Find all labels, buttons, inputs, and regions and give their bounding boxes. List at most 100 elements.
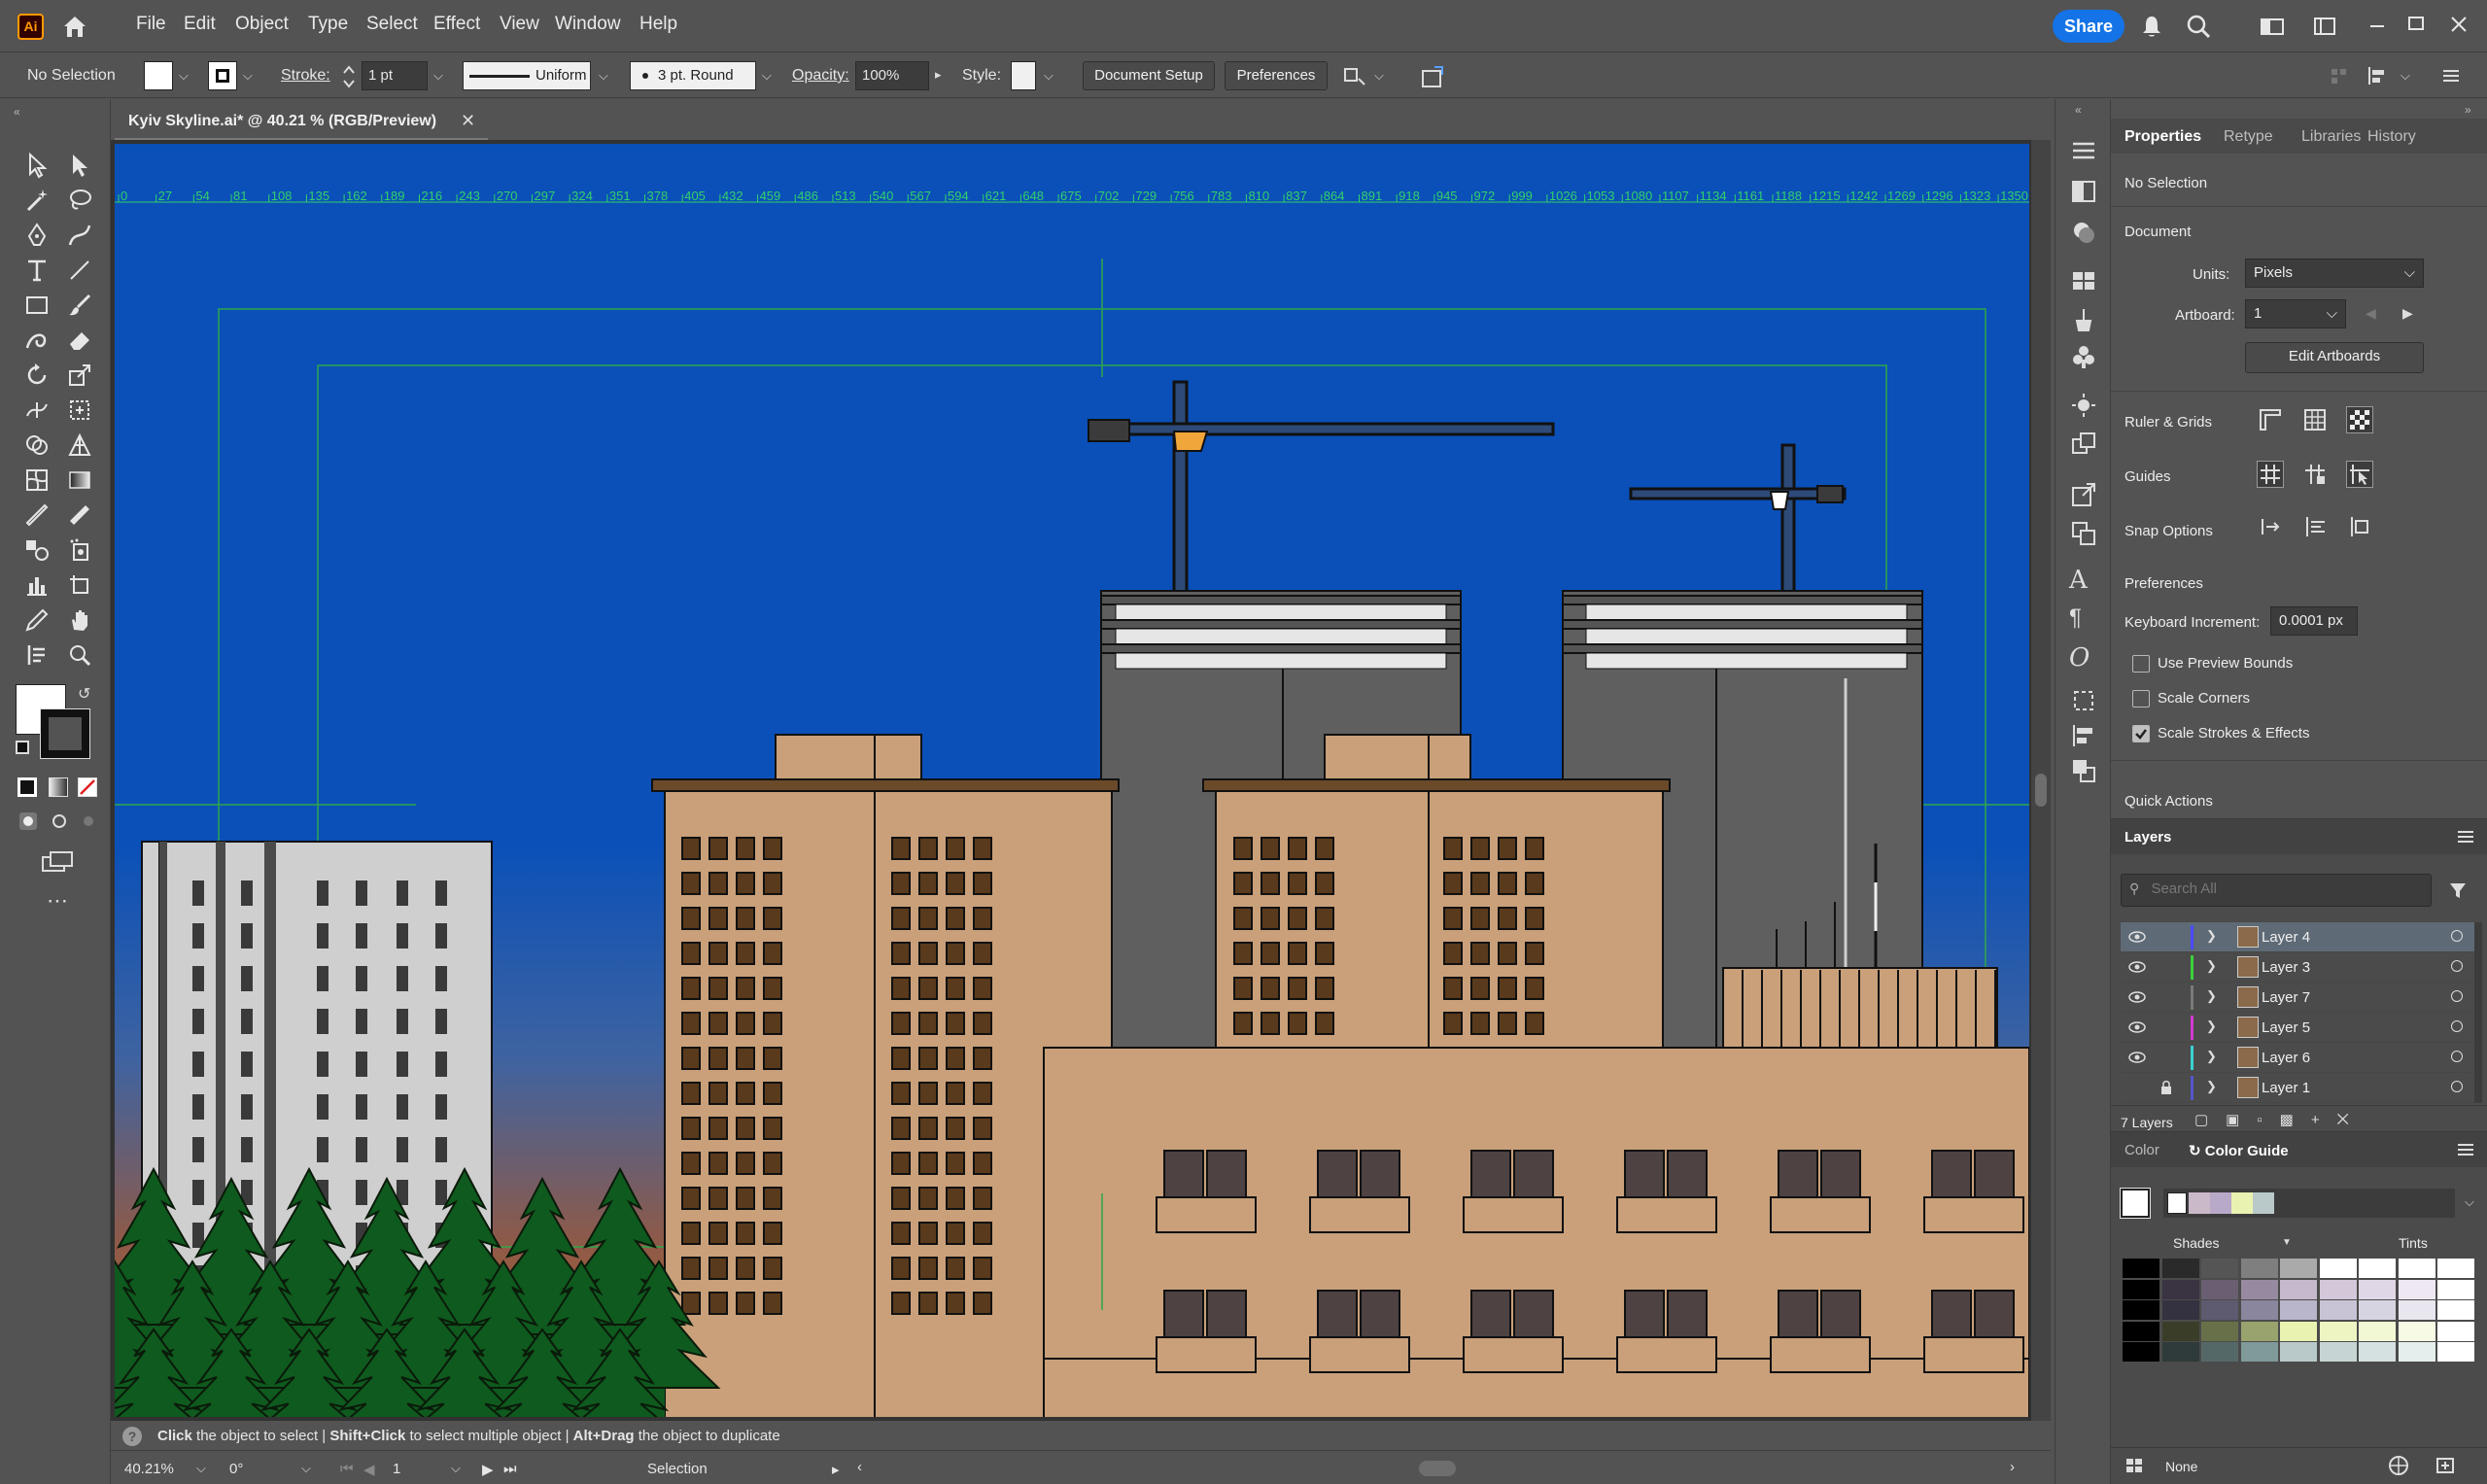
- align-left-icon[interactable]: [2329, 65, 2352, 86]
- chevron-down-icon[interactable]: ⌵: [243, 68, 253, 84]
- arrange-documents-icon[interactable]: [2311, 13, 2338, 40]
- fill-swatch[interactable]: [144, 61, 173, 90]
- last-artboard-icon[interactable]: ⏭: [503, 1461, 517, 1477]
- target-icon[interactable]: [2451, 960, 2463, 972]
- artboard[interactable]: 0 27 54 81 108 135 162 189 216 243 270 297 324 351 378…: [115, 144, 2029, 1417]
- edit-colors-icon[interactable]: [2387, 1455, 2410, 1476]
- color-guide-swatch[interactable]: [2240, 1321, 2278, 1341]
- appearance-icon[interactable]: [2069, 218, 2098, 247]
- export-icon[interactable]: [2069, 480, 2098, 509]
- gradient-tool-icon[interactable]: [62, 465, 97, 496]
- stroke-weight-field[interactable]: 1 pt: [362, 61, 428, 90]
- menu-type[interactable]: Type: [308, 14, 348, 35]
- color-guide-swatch[interactable]: [2161, 1279, 2199, 1299]
- color-guide-swatch[interactable]: [2319, 1259, 2357, 1278]
- search-icon[interactable]: [2185, 13, 2212, 40]
- show-guides-icon[interactable]: [2257, 461, 2284, 488]
- edit-artboards-button[interactable]: Edit Artboards: [2245, 342, 2424, 373]
- layer-name[interactable]: Layer 1: [2262, 1080, 2310, 1096]
- color-guide-swatch[interactable]: [2123, 1342, 2159, 1362]
- expand-arrow-icon[interactable]: ❯: [2206, 1018, 2217, 1034]
- snap-to-point-icon[interactable]: [2257, 513, 2284, 540]
- document-setup-button[interactable]: Document Setup: [1083, 61, 1215, 90]
- color-guide-swatch[interactable]: [2161, 1342, 2199, 1362]
- graphic-style-swatch[interactable]: [1011, 61, 1036, 90]
- use-preview-bounds-checkbox[interactable]: [2132, 655, 2150, 673]
- expand-arrow-icon[interactable]: ❯: [2206, 1049, 2217, 1064]
- draw-behind-icon[interactable]: [49, 811, 70, 832]
- color-guide-swatch[interactable]: [2398, 1259, 2435, 1278]
- color-guide-swatch[interactable]: [2319, 1300, 2357, 1320]
- transparency-icon[interactable]: [2069, 177, 2098, 206]
- smart-guides-icon[interactable]: [2346, 461, 2373, 488]
- tab-retype[interactable]: Retype: [2224, 128, 2273, 146]
- chevron-down-icon[interactable]: ⌵: [2401, 68, 2410, 84]
- color-guide-swatch[interactable]: [2280, 1279, 2317, 1299]
- symbols-icon[interactable]: [2069, 342, 2098, 371]
- color-guide-swatch[interactable]: [2280, 1259, 2317, 1278]
- artboard-number[interactable]: 1: [393, 1461, 400, 1477]
- color-guide-swatch[interactable]: [2359, 1259, 2396, 1278]
- print-tiling-tool-icon[interactable]: [19, 639, 54, 671]
- character-icon[interactable]: A: [2069, 566, 2098, 595]
- color-guide-swatch[interactable]: [2123, 1321, 2159, 1341]
- target-icon[interactable]: [2451, 930, 2463, 942]
- layer-row[interactable]: ❯ Layer 4: [2121, 922, 2480, 952]
- menu-object[interactable]: Object: [235, 14, 289, 35]
- target-icon[interactable]: [2451, 990, 2463, 1002]
- color-guide-swatch[interactable]: [2123, 1279, 2159, 1299]
- snap-to-grid-icon[interactable]: [2301, 513, 2329, 540]
- stroke-color-box[interactable]: [40, 708, 90, 759]
- line-segment-tool-icon[interactable]: [62, 255, 97, 286]
- lasso-tool-icon[interactable]: [62, 185, 97, 216]
- distribute-icon[interactable]: [2366, 65, 2393, 86]
- color-guide-swatch[interactable]: [2201, 1259, 2238, 1278]
- first-artboard-icon[interactable]: ⏮: [340, 1461, 354, 1477]
- tab-properties[interactable]: Properties: [2124, 128, 2201, 146]
- save-swatches-icon[interactable]: [2434, 1455, 2457, 1476]
- bell-icon[interactable]: [2138, 13, 2165, 40]
- collapse-panel-icon[interactable]: »: [2465, 103, 2471, 117]
- expand-icon[interactable]: «: [2075, 103, 2082, 117]
- filter-icon[interactable]: [2447, 880, 2469, 901]
- units-select[interactable]: Pixels ⌵: [2245, 259, 2424, 288]
- tab-libraries[interactable]: Libraries: [2301, 128, 2361, 146]
- next-artboard-icon[interactable]: ▶: [482, 1461, 494, 1478]
- pathfinder-icon[interactable]: [2069, 756, 2098, 785]
- color-guide-swatch[interactable]: [2359, 1279, 2396, 1299]
- color-guide-swatch[interactable]: [2240, 1279, 2278, 1299]
- color-guide-swatch[interactable]: [2280, 1300, 2317, 1320]
- previous-artboard-icon[interactable]: ◀: [363, 1461, 375, 1478]
- status-menu-icon[interactable]: ▸: [832, 1461, 840, 1478]
- eye-icon[interactable]: [2128, 930, 2146, 944]
- color-guide-swatch[interactable]: [2398, 1321, 2435, 1341]
- color-guide-grid[interactable]: [2123, 1259, 2478, 1363]
- color-mode-icon[interactable]: [17, 777, 37, 797]
- transform-icon[interactable]: [2069, 686, 2098, 715]
- pencil-tool-icon[interactable]: [19, 604, 54, 636]
- rotation-value[interactable]: 0°: [229, 1461, 243, 1477]
- layers-scrollbar[interactable]: [2474, 922, 2482, 1103]
- screen-mode-icon[interactable]: [41, 849, 74, 875]
- scale-tool-icon[interactable]: [62, 360, 97, 391]
- color-guide-swatch[interactable]: [2437, 1279, 2474, 1299]
- chevron-down-icon[interactable]: ⌵: [179, 68, 189, 84]
- layer-row[interactable]: ❯ Layer 6: [2121, 1043, 2480, 1073]
- color-menu-icon[interactable]: [2455, 1140, 2476, 1159]
- color-guide-swatch[interactable]: [2437, 1300, 2474, 1320]
- color-guide-swatch[interactable]: [2123, 1259, 2159, 1278]
- menu-effect[interactable]: Effect: [433, 14, 480, 35]
- close-tab-icon[interactable]: ✕: [461, 111, 475, 131]
- stroke-profile-select[interactable]: Uniform: [463, 61, 591, 90]
- color-guide-swatch[interactable]: [2437, 1259, 2474, 1278]
- share-button[interactable]: Share: [2053, 10, 2124, 43]
- color-guide-swatch[interactable]: [2319, 1342, 2357, 1362]
- help-icon[interactable]: ?: [122, 1427, 142, 1446]
- type-tool-icon[interactable]: [19, 255, 54, 286]
- pen-tool-icon[interactable]: [19, 220, 54, 251]
- layers-tab[interactable]: Layers: [2124, 829, 2171, 846]
- layer-row[interactable]: ❯ Layer 5: [2121, 1013, 2480, 1043]
- more-tools-icon[interactable]: ⋯: [47, 888, 68, 914]
- next-artboard-icon[interactable]: ▶: [2402, 305, 2413, 322]
- chevron-down-icon[interactable]: ⌵: [451, 1461, 461, 1476]
